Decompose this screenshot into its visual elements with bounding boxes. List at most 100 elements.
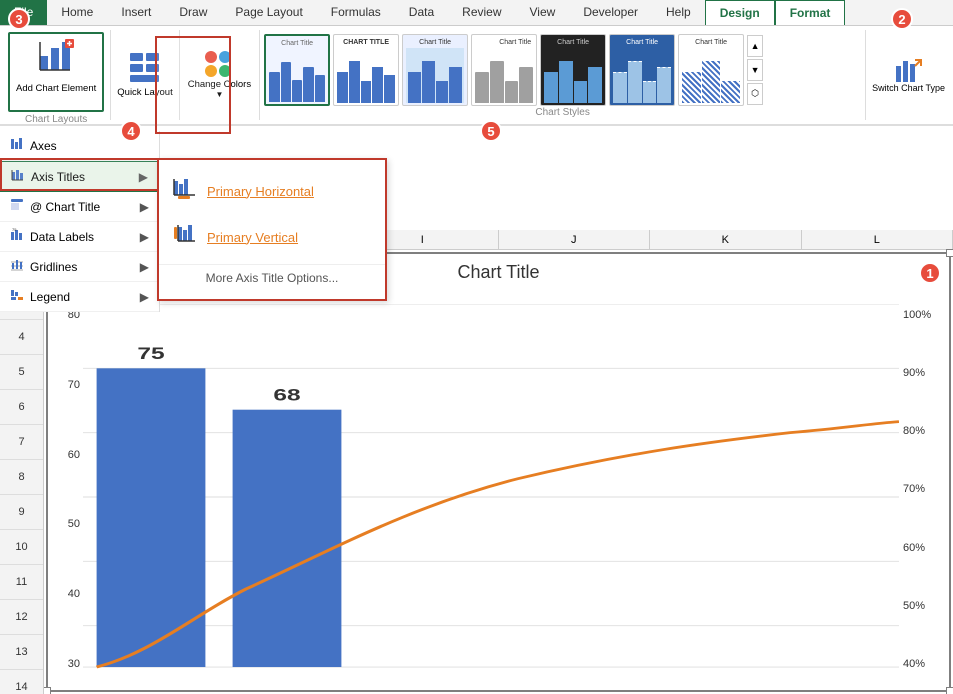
chart-title-icon — [10, 198, 24, 215]
add-chart-element-button[interactable]: Add Chart Element — [8, 32, 104, 112]
data-labels-arrow: ▶ — [140, 230, 149, 244]
chart-handle-tr[interactable] — [946, 249, 953, 257]
tab-draw[interactable]: Draw — [165, 0, 221, 25]
badge-3: 3 — [8, 8, 30, 30]
primary-vertical-label: Primary Vertical — [207, 230, 298, 245]
chart-container[interactable]: Chart Title 1 80 70 60 50 40 30 — [46, 252, 951, 692]
quick-layout-label: Quick Layout — [117, 87, 172, 98]
switch-chart-label: Switch Chart Type — [872, 84, 945, 94]
change-colors-button[interactable]: Change Colors ▼ — [188, 32, 251, 118]
tab-view[interactable]: View — [516, 0, 570, 25]
chart-style-2[interactable]: CHART TITLE — [333, 34, 399, 106]
primary-horizontal-icon — [173, 176, 197, 206]
row-hdr-6: 6 — [0, 390, 43, 425]
axis-titles-arrow: ▶ — [139, 170, 148, 184]
pct-70: 70% — [903, 483, 947, 495]
row-hdr-8: 8 — [0, 460, 43, 495]
chart-style-scroll[interactable]: ▲ ▼ ⬡ — [747, 35, 763, 105]
tab-page-layout[interactable]: Page Layout — [221, 0, 316, 25]
pct-60: 60% — [903, 542, 947, 554]
svg-text:75: 75 — [137, 345, 165, 363]
row-hdr-4: 4 — [0, 320, 43, 355]
axis-titles-label: Axis Titles — [31, 170, 85, 184]
quick-layout-icon — [129, 52, 161, 87]
chart-element-icon — [38, 38, 74, 81]
primary-vertical-icon — [173, 222, 197, 252]
chart-styles-label: Chart Styles — [264, 107, 861, 118]
more-axis-title-options[interactable]: More Axis Title Options... — [159, 264, 385, 291]
switch-chart-button[interactable]: Switch Chart Type — [872, 56, 945, 94]
pct-80: 80% — [903, 425, 947, 437]
chart-style-7[interactable]: Chart Title — [678, 34, 744, 106]
change-colors-icon — [205, 51, 233, 77]
row-hdr-12: 12 — [0, 600, 43, 635]
quick-layout-button[interactable]: Quick Layout — [117, 32, 172, 118]
tab-help[interactable]: Help — [652, 0, 705, 25]
menu-item-axis-titles[interactable]: Axis Titles ▶ — [0, 161, 159, 192]
badge-4: 4 — [120, 120, 142, 142]
chart-element-menu: Axes Axis Titles ▶ @ Chart Title ▶ 75 Da… — [0, 131, 160, 312]
chart-svg: 75 68 — [83, 304, 899, 690]
svg-text:75: 75 — [12, 228, 17, 232]
row-hdr-13: 13 — [0, 635, 43, 670]
legend-label: Legend — [30, 290, 70, 304]
row-hdr-10: 10 — [0, 530, 43, 565]
badge-5: 5 — [480, 120, 502, 142]
change-colors-dropdown-arrow: ▼ — [215, 90, 223, 99]
tab-insert[interactable]: Insert — [107, 0, 165, 25]
chart-style-6[interactable]: Chart Title — [609, 34, 675, 106]
y-label-40: 40 — [51, 588, 80, 600]
axes-icon — [10, 137, 24, 154]
pct-40: 40% — [903, 658, 947, 670]
tab-home[interactable]: Home — [47, 0, 107, 25]
chart-title-arrow: ▶ — [140, 200, 149, 214]
gridlines-arrow: ▶ — [140, 260, 149, 274]
legend-icon — [10, 288, 24, 305]
y-label-50: 50 — [51, 518, 80, 530]
pct-50: 50% — [903, 600, 947, 612]
tab-data[interactable]: Data — [395, 0, 448, 25]
row-hdr-14: 14 — [0, 670, 43, 694]
chart-style-3[interactable]: Chart Title — [402, 34, 468, 106]
row-hdr-11: 11 — [0, 565, 43, 600]
primary-vertical-item[interactable]: Primary Vertical — [159, 214, 385, 260]
menu-item-legend[interactable]: Legend ▶ — [0, 282, 159, 312]
chart-svg-area: 75 68 — [83, 304, 899, 690]
svg-text:68: 68 — [273, 386, 300, 404]
row-hdr-7: 7 — [0, 425, 43, 460]
menu-item-data-labels[interactable]: 75 Data Labels ▶ — [0, 222, 159, 252]
tab-formulas[interactable]: Formulas — [317, 0, 395, 25]
primary-horizontal-item[interactable]: Primary Horizontal — [159, 168, 385, 214]
y-label-30: 30 — [51, 658, 80, 670]
row-hdr-9: 9 — [0, 495, 43, 530]
col-hdr-k: K — [650, 230, 802, 249]
chart-style-1[interactable]: Chart Title — [264, 34, 330, 106]
tab-review[interactable]: Review — [448, 0, 515, 25]
legend-arrow: ▶ — [140, 290, 149, 304]
y-label-70: 70 — [51, 379, 80, 391]
pct-90: 90% — [903, 367, 947, 379]
chart-title-label: @ Chart Title — [30, 200, 100, 214]
tab-format[interactable]: Format — [775, 0, 846, 25]
full-page: File Home Insert Draw Page Layout Formul… — [0, 0, 953, 694]
chart-inner: 80 70 60 50 40 30 — [48, 304, 949, 690]
axis-titles-submenu: Primary Horizontal Primary Vertical More… — [157, 158, 387, 301]
ribbon-tabs: File Home Insert Draw Page Layout Formul… — [0, 0, 953, 26]
axes-label: Axes — [30, 139, 57, 153]
pct-100: 100% — [903, 309, 947, 321]
chart-layouts-label: Chart Layouts — [8, 114, 104, 125]
chart-style-4[interactable]: Chart Title — [471, 34, 537, 106]
axis-titles-icon — [11, 168, 25, 185]
badge-1: 1 — [919, 262, 941, 284]
change-colors-label: Change Colors — [188, 79, 251, 90]
gridlines-label: Gridlines — [30, 260, 77, 274]
data-labels-label: Data Labels — [30, 230, 94, 244]
tab-developer[interactable]: Developer — [569, 0, 652, 25]
y-label-60: 60 — [51, 449, 80, 461]
menu-item-chart-title[interactable]: @ Chart Title ▶ — [0, 192, 159, 222]
data-labels-icon: 75 — [10, 228, 24, 245]
menu-item-gridlines[interactable]: Gridlines ▶ — [0, 252, 159, 282]
chart-style-5[interactable]: Chart Title — [540, 34, 606, 106]
tab-design[interactable]: Design — [705, 0, 775, 25]
add-chart-element-label: Add Chart Element — [16, 83, 96, 94]
